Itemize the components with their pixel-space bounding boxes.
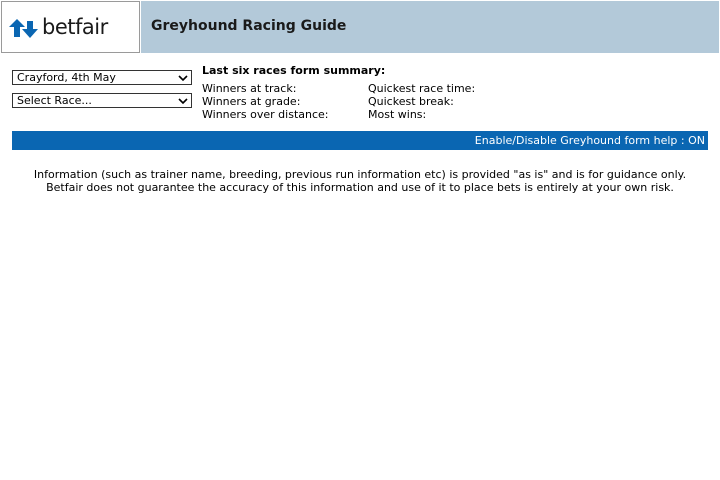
betfair-arrows-icon <box>9 19 38 38</box>
winners-at-track-label: Winners at track: <box>202 82 297 95</box>
logo-text: betfair <box>42 15 108 39</box>
most-wins-label: Most wins: <box>368 108 427 121</box>
disclaimer-line-1: Information (such as trainer name, breed… <box>33 168 687 181</box>
race-select-value: Select Race... <box>17 94 92 107</box>
form-summary-title: Last six races form summary: <box>202 64 386 77</box>
page-title: Greyhound Racing Guide <box>151 18 347 34</box>
quickest-race-time-label: Quickest race time: <box>368 82 476 95</box>
winners-over-distance-label: Winners over distance: <box>202 108 329 121</box>
title-bar: Greyhound Racing Guide <box>141 1 719 53</box>
quickest-break-label: Quickest break: <box>368 95 454 108</box>
meeting-select[interactable]: Crayford, 4th May <box>12 70 192 85</box>
chevron-down-icon <box>178 75 188 82</box>
chevron-down-icon <box>178 98 188 105</box>
disclaimer: Information (such as trainer name, breed… <box>0 168 720 194</box>
disclaimer-line-2: Betfair does not guarantee the accuracy … <box>46 181 674 194</box>
form-help-toggle[interactable]: Enable/Disable Greyhound form help : ON <box>12 131 708 150</box>
form-help-toggle-label[interactable]: Enable/Disable Greyhound form help : ON <box>475 134 705 147</box>
betfair-logo[interactable]: betfair <box>1 1 140 53</box>
winners-at-grade-label: Winners at grade: <box>202 95 301 108</box>
meeting-select-value: Crayford, 4th May <box>17 71 116 84</box>
form-summary: Last six races form summary: <box>202 64 385 77</box>
race-select[interactable]: Select Race... <box>12 93 192 108</box>
header: betfair Greyhound Racing Guide <box>0 0 720 53</box>
